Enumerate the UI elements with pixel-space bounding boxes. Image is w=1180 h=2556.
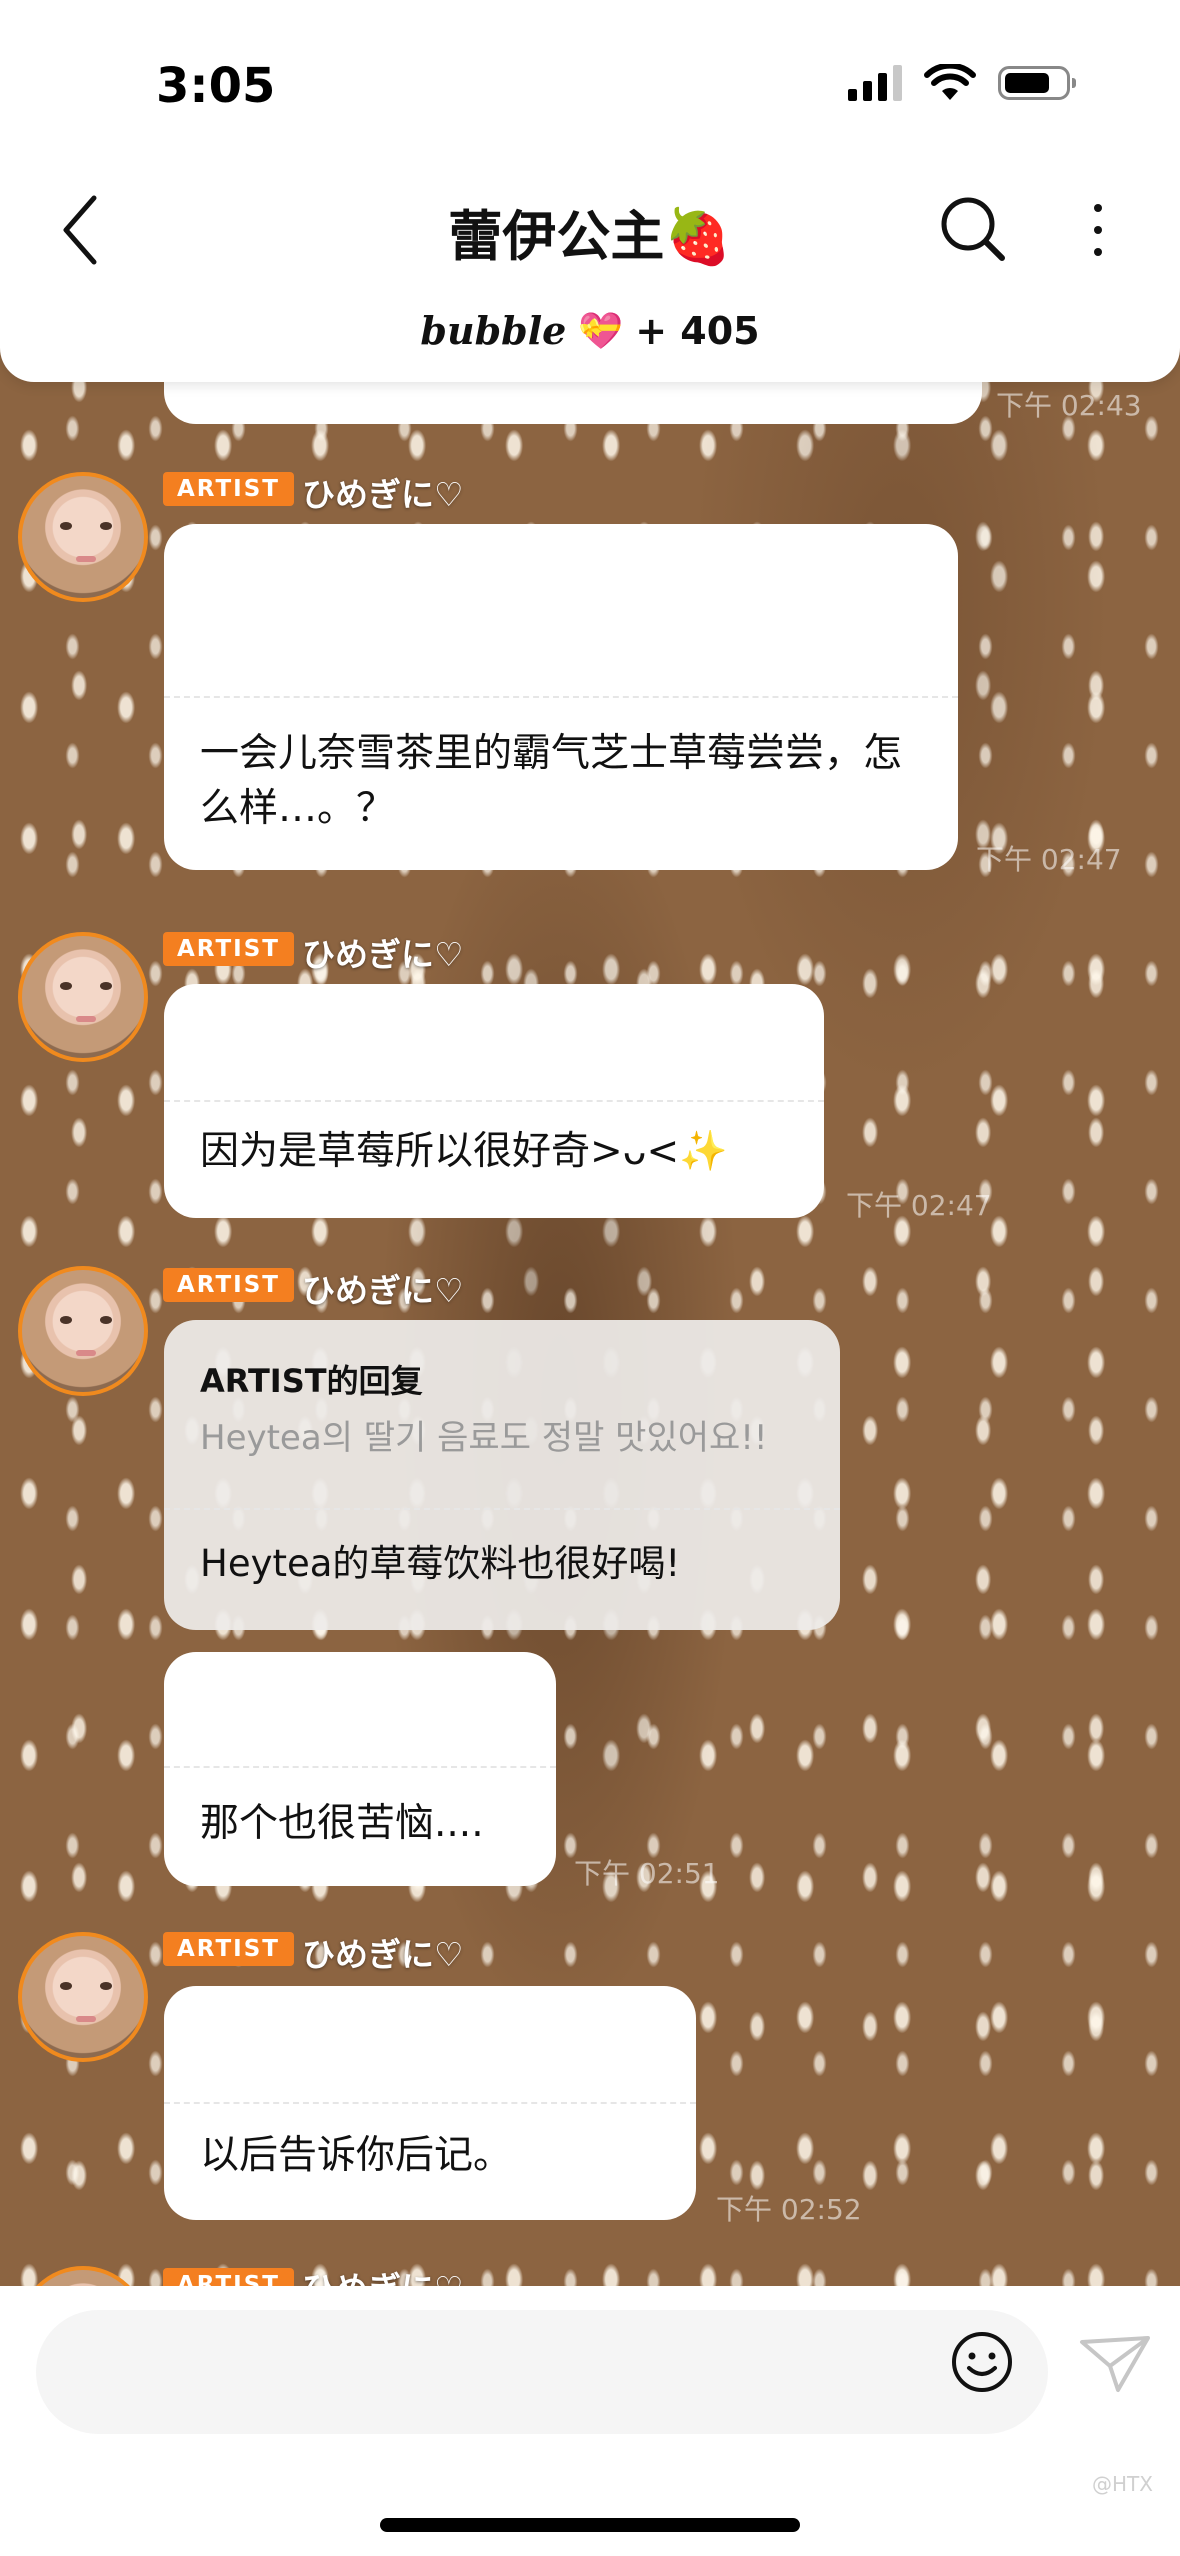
input-area: @HTX bbox=[0, 2286, 1180, 2556]
search-icon[interactable] bbox=[938, 194, 1008, 264]
message-text: 一会儿奈雪茶里的霸气芝士草莓尝尝，怎么样…。？ bbox=[200, 731, 903, 831]
avatar[interactable] bbox=[18, 1266, 148, 1396]
message-bubble[interactable]: 一会儿奈雪茶里的霸气芝士草莓尝尝，怎么样…。？ bbox=[164, 524, 958, 870]
message-text: 以后告诉你后记。 bbox=[200, 2133, 513, 2178]
watermark: @HTX bbox=[1092, 2472, 1153, 2496]
message-text: Heytea的草莓饮料也很好喝! bbox=[200, 1542, 681, 1585]
bubble-divider bbox=[164, 1508, 840, 1510]
message-time: 下午 02:51 bbox=[574, 1857, 720, 1890]
sender-name: ひめぎに♡ bbox=[302, 475, 464, 514]
status-time: 3:05 bbox=[156, 58, 276, 114]
avatar[interactable] bbox=[18, 472, 148, 602]
sender-name: ひめぎに♡ bbox=[302, 935, 464, 974]
message-input[interactable] bbox=[36, 2310, 1048, 2434]
reply-quote[interactable]: Heytea의 딸기 음료도 정말 맛있어요!! bbox=[200, 1410, 816, 1459]
artist-badge: ARTIST bbox=[163, 1268, 294, 1302]
message-time: 下午 02:47 bbox=[846, 1189, 992, 1222]
avatar[interactable] bbox=[18, 932, 148, 1062]
more-icon[interactable] bbox=[1078, 200, 1118, 260]
bubble-logo: bubble bbox=[420, 308, 567, 353]
message-bubble[interactable]: 因为是草莓所以很好奇>ᴗ<✨ bbox=[164, 984, 824, 1218]
artist-badge: ARTIST bbox=[163, 472, 294, 506]
artist-badge: ARTIST bbox=[163, 932, 294, 966]
emoji-icon[interactable] bbox=[950, 2330, 1014, 2394]
avatar[interactable] bbox=[18, 1932, 148, 2062]
message-bubble[interactable]: 以后告诉你后记。 bbox=[164, 1986, 696, 2220]
sender-name: ひめぎに♡ bbox=[302, 1935, 464, 1974]
bubble-divider bbox=[164, 2102, 696, 2104]
bubble-count: + 405 bbox=[635, 308, 760, 353]
send-icon[interactable] bbox=[1078, 2332, 1152, 2396]
reply-bubble[interactable]: ARTIST的回复 Heytea의 딸기 음료도 정말 맛있어요!! Heyte… bbox=[164, 1320, 840, 1630]
wifi-icon bbox=[924, 64, 976, 100]
bubble-divider bbox=[164, 1766, 556, 1768]
message-bubble[interactable]: 那个也很苦恼.... bbox=[164, 1652, 556, 1886]
message-time: 下午 02:52 bbox=[716, 2193, 862, 2226]
message-time: 下午 02:43 bbox=[996, 389, 1142, 422]
header: 3:05 蕾伊公主🍓 bubble 💝 + 405 bbox=[0, 0, 1180, 382]
heart-icon: 💝 bbox=[578, 310, 624, 352]
bubble-count-bar[interactable]: bubble 💝 + 405 bbox=[0, 308, 1180, 353]
battery-icon bbox=[998, 66, 1076, 100]
message-text: 那个也很苦恼.... bbox=[200, 1801, 484, 1846]
reply-header: ARTIST的回复 bbox=[200, 1362, 423, 1400]
artist-badge: ARTIST bbox=[163, 1932, 294, 1966]
message-text: 因为是草莓所以很好奇>ᴗ<✨ bbox=[200, 1129, 728, 1174]
bubble-divider bbox=[164, 696, 958, 698]
home-indicator[interactable] bbox=[380, 2518, 800, 2532]
sender-name: ひめぎに♡ bbox=[302, 1271, 464, 1310]
cellular-signal-icon bbox=[848, 65, 902, 101]
message-time: 下午 02:47 bbox=[976, 843, 1122, 876]
bubble-divider bbox=[164, 1100, 824, 1102]
status-icons bbox=[848, 64, 1076, 102]
